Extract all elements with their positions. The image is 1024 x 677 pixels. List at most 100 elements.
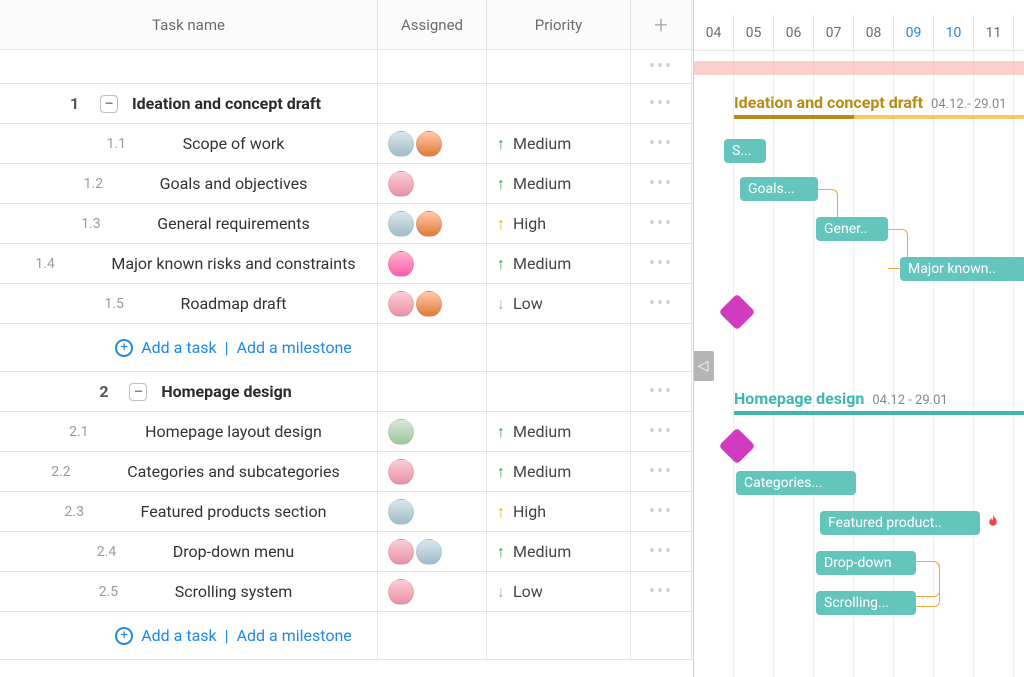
gantt-bar[interactable]: Drop-down xyxy=(816,551,916,575)
priority-cell[interactable]: ↓Low xyxy=(497,294,543,314)
task-name: Categories and subcategories xyxy=(127,462,340,481)
gantt-milestone[interactable] xyxy=(719,428,756,465)
avatar[interactable] xyxy=(388,579,414,605)
priority-cell[interactable]: ↑Medium xyxy=(497,174,571,194)
dots-icon: ••• xyxy=(649,173,673,194)
gantt-milestone[interactable] xyxy=(719,294,756,331)
assignees[interactable] xyxy=(388,131,442,157)
add-task-link[interactable]: Add a task xyxy=(141,338,216,357)
gantt-panel: 04 05 06 07 08 09 10 11 Ideation and con… xyxy=(694,0,1024,677)
table-row[interactable]: 2.2Categories and subcategories ↑Medium … xyxy=(0,452,693,492)
timeline-day[interactable]: 06 xyxy=(774,15,814,50)
row-actions-button[interactable]: ••• xyxy=(631,452,692,491)
avatar[interactable] xyxy=(388,251,414,277)
priority-cell[interactable]: ↓Low xyxy=(497,582,543,602)
priority-cell[interactable]: ↑Medium xyxy=(497,462,571,482)
table-row[interactable]: 2.5Scrolling system ↓Low ••• xyxy=(0,572,693,612)
row-actions-button[interactable]: ••• xyxy=(631,492,692,531)
plus-circle-icon[interactable]: + xyxy=(115,339,133,357)
row-actions-button[interactable]: ••• xyxy=(631,532,692,571)
table-row[interactable]: 2.3Featured products section ↑High ••• xyxy=(0,492,693,532)
avatar[interactable] xyxy=(388,419,414,445)
assignees[interactable] xyxy=(388,291,442,317)
add-milestone-link[interactable]: Add a milestone xyxy=(237,626,352,645)
timeline-day[interactable]: 04 xyxy=(694,15,734,50)
priority-cell[interactable]: ↑High xyxy=(497,502,546,522)
gantt-section-underline xyxy=(734,115,1024,119)
collapse-timeline-button[interactable]: ◁ xyxy=(694,351,714,381)
gantt-bar[interactable]: Gener.. xyxy=(816,217,888,241)
gantt-bar[interactable]: Goals... xyxy=(740,177,818,201)
gantt-section-title[interactable]: Ideation and concept draft 04.12.- 29.01 xyxy=(734,93,1007,112)
timeline-day[interactable]: 10 xyxy=(934,15,974,50)
gantt-bar[interactable]: Categories... xyxy=(736,471,856,495)
table-row[interactable]: 1.4Major known risks and constraints ↑Me… xyxy=(0,244,693,284)
add-task-link[interactable]: Add a task xyxy=(141,626,216,645)
row-actions-button[interactable]: ••• xyxy=(631,164,692,203)
table-row[interactable]: 1.1Scope of work ↑Medium ••• xyxy=(0,124,693,164)
avatar[interactable] xyxy=(416,291,442,317)
table-row[interactable]: 1.2Goals and objectives ↑Medium ••• xyxy=(0,164,693,204)
assignees[interactable] xyxy=(388,459,414,485)
gantt-bar[interactable]: Scrolling... xyxy=(816,591,916,615)
collapse-section-button[interactable]: – xyxy=(100,95,118,113)
avatar[interactable] xyxy=(388,131,414,157)
assignees[interactable] xyxy=(388,419,414,445)
avatar[interactable] xyxy=(416,131,442,157)
timeline-day[interactable]: 07 xyxy=(814,15,854,50)
avatar[interactable] xyxy=(388,459,414,485)
row-actions-button[interactable]: ••• xyxy=(631,372,692,411)
gantt-bar[interactable]: Featured product.. xyxy=(820,511,980,535)
row-actions-button[interactable]: ••• xyxy=(631,412,692,451)
arrow-up-icon: ↑ xyxy=(497,462,505,482)
row-actions-button[interactable]: ••• xyxy=(631,50,692,83)
assignees[interactable] xyxy=(388,499,414,525)
add-milestone-link[interactable]: Add a milestone xyxy=(237,338,352,357)
row-actions-button[interactable]: ••• xyxy=(631,204,692,243)
priority-cell[interactable]: ↑High xyxy=(497,214,546,234)
assignees[interactable] xyxy=(388,211,442,237)
table-row[interactable]: 1.3General requirements ↑High ••• xyxy=(0,204,693,244)
gantt-bar[interactable]: Major known.. xyxy=(900,257,1024,281)
row-actions-button[interactable]: ••• xyxy=(631,572,692,611)
add-column-button[interactable]: + xyxy=(631,0,692,49)
avatar[interactable] xyxy=(388,171,414,197)
section-header[interactable]: 1 – Ideation and concept draft ••• xyxy=(0,84,693,124)
avatar[interactable] xyxy=(416,211,442,237)
assignees[interactable] xyxy=(388,171,414,197)
avatar[interactable] xyxy=(388,211,414,237)
dots-icon: ••• xyxy=(649,461,673,482)
timeline-day[interactable]: 11 xyxy=(974,15,1014,50)
separator: | xyxy=(225,338,229,357)
plus-circle-icon[interactable]: + xyxy=(115,627,133,645)
priority-cell[interactable]: ↑Medium xyxy=(497,542,571,562)
gantt-bar[interactable]: S... xyxy=(724,139,766,163)
row-actions-button[interactable]: ••• xyxy=(631,244,692,283)
priority-cell[interactable]: ↑Medium xyxy=(497,134,571,154)
row-actions-button[interactable]: ••• xyxy=(631,84,692,123)
assignees[interactable] xyxy=(388,539,442,565)
avatar[interactable] xyxy=(388,499,414,525)
timeline-day[interactable]: 09 xyxy=(894,15,934,50)
gantt-section-title[interactable]: Homepage design 04.12 - 29.01 xyxy=(734,389,948,408)
priority-cell[interactable]: ↑Medium xyxy=(497,254,571,274)
table-row[interactable]: 2.4Drop-down menu ↑Medium ••• xyxy=(0,532,693,572)
avatar[interactable] xyxy=(388,539,414,565)
column-header-row: Task name Assigned Priority + xyxy=(0,0,693,50)
section-header[interactable]: 2 – Homepage design ••• xyxy=(0,372,693,412)
collapse-section-button[interactable]: – xyxy=(129,383,147,401)
avatar[interactable] xyxy=(388,291,414,317)
task-index: 1.1 xyxy=(107,136,155,152)
avatar[interactable] xyxy=(416,539,442,565)
task-index: 2.5 xyxy=(99,584,147,600)
row-actions-button[interactable]: ••• xyxy=(631,124,692,163)
timeline-day[interactable]: 08 xyxy=(854,15,894,50)
table-row[interactable]: 2.1Homepage layout design ↑Medium ••• xyxy=(0,412,693,452)
assignees[interactable] xyxy=(388,579,414,605)
row-actions-button[interactable]: ••• xyxy=(631,284,692,323)
table-row[interactable]: 1.5Roadmap draft ↓Low ••• xyxy=(0,284,693,324)
gantt-body[interactable]: Ideation and concept draft 04.12.- 29.01… xyxy=(694,51,1024,677)
timeline-day[interactable]: 05 xyxy=(734,15,774,50)
priority-cell[interactable]: ↑Medium xyxy=(497,422,571,442)
assignees[interactable] xyxy=(388,251,414,277)
